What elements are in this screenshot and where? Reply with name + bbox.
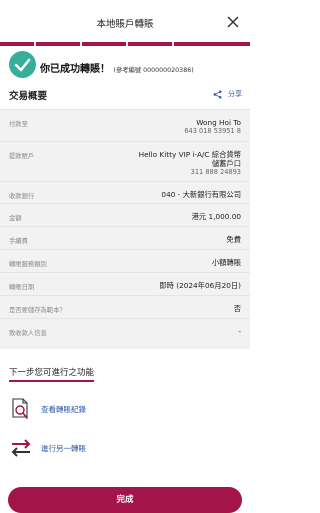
next-steps-section: 下一步您可進行之功能 查看轉賬紀錄 進行另一轉賬 — [0, 349, 250, 479]
detail-value: 否 — [233, 304, 241, 313]
reference-number: (參考編號 000000020386) — [113, 67, 194, 74]
detail-label: 手續費 — [9, 238, 28, 245]
transfer-arrows-icon — [11, 439, 31, 457]
detail-label: 金額 — [9, 215, 22, 222]
view-transfer-history-link[interactable]: 查看轉賬紀錄 — [9, 397, 86, 421]
page-title: 本地賬戶轉賬 — [96, 19, 154, 30]
detail-row-save-template: 是否要儲存為範本？ 否 — [0, 295, 250, 318]
success-message-text: 你已成功轉賬！ — [40, 64, 110, 75]
detail-value: 即時 (2024年06月20日) — [159, 281, 241, 290]
debit-account-type: 儲蓄戶口 — [211, 159, 241, 168]
detail-label: 付款至 — [9, 121, 28, 128]
detail-value: 040 - 大新銀行有限公司 — [161, 190, 241, 199]
progress-step — [82, 42, 126, 46]
summary-title: 交易概要 — [9, 91, 48, 102]
progress-step — [174, 42, 250, 46]
detail-value: - — [238, 327, 241, 336]
detail-value: Hello Kitty VIP i-A/C 綜合貨幣 儲蓄戶口 311 888 … — [139, 150, 241, 177]
detail-label: 是否要儲存為範本？ — [9, 307, 66, 314]
detail-row-message: 致收款人信息 - — [0, 318, 250, 349]
done-button[interactable]: 完成 — [8, 487, 242, 513]
progress-step — [128, 42, 172, 46]
close-icon[interactable] — [226, 15, 240, 29]
detail-value: 小額轉賬 — [211, 258, 241, 267]
detail-row-debit-account: 提款賬戶 Hello Kitty VIP i-A/C 綜合貨幣 儲蓄戶口 311… — [0, 141, 250, 181]
detail-label: 轉賬日期 — [9, 284, 35, 291]
step-progress-bar — [0, 42, 250, 46]
payee-name: Wong Hoi To — [196, 118, 241, 127]
action-label: 查看轉賬紀錄 — [41, 404, 86, 414]
progress-step — [0, 42, 34, 46]
debit-account-number: 311 888 24893 — [190, 168, 241, 176]
debit-account-name: Hello Kitty VIP i-A/C 綜合貨幣 — [138, 150, 241, 159]
share-icon — [213, 90, 222, 98]
action-label: 進行另一轉賬 — [41, 443, 86, 453]
success-check-icon — [9, 51, 36, 78]
detail-label: 提款賬戶 — [9, 153, 35, 160]
detail-row-service-type: 轉賬服務類別 小額轉賬 — [0, 249, 250, 272]
summary-header: 交易概要 分享 — [0, 82, 250, 109]
progress-step — [36, 42, 80, 46]
success-message: 你已成功轉賬！ (參考編號 000000020386) — [40, 60, 194, 75]
next-steps-title: 下一步您可進行之功能 — [9, 368, 95, 378]
new-transfer-link[interactable]: 進行另一轉賬 — [9, 436, 86, 460]
detail-value: 港元 1,000.00 — [191, 212, 241, 221]
next-steps-underline — [9, 380, 94, 382]
share-button[interactable]: 分享 — [213, 89, 242, 99]
detail-row-fee: 手續費 免費 — [0, 226, 250, 249]
detail-label: 轉賬服務類別 — [9, 261, 47, 268]
detail-value: Wong Hoi To 643 018 53951 8 — [184, 118, 241, 136]
detail-label: 致收款人信息 — [9, 330, 47, 337]
share-label: 分享 — [228, 90, 242, 98]
success-banner: 你已成功轉賬！ (參考編號 000000020386) — [0, 48, 250, 82]
search-document-icon — [12, 398, 28, 419]
detail-row-payee: 付款至 Wong Hoi To 643 018 53951 8 — [0, 109, 250, 141]
payee-account: 643 018 53951 8 — [184, 127, 241, 135]
header: 本地賬戶轉賬 — [0, 0, 250, 46]
detail-label: 收款銀行 — [9, 193, 35, 200]
detail-row-bank: 收款銀行 040 - 大新銀行有限公司 — [0, 181, 250, 203]
detail-row-amount: 金額 港元 1,000.00 — [0, 203, 250, 226]
detail-value: 免費 — [226, 235, 241, 244]
detail-row-date: 轉賬日期 即時 (2024年06月20日) — [0, 272, 250, 295]
transaction-details: 付款至 Wong Hoi To 643 018 53951 8 提款賬戶 Hel… — [0, 109, 250, 349]
